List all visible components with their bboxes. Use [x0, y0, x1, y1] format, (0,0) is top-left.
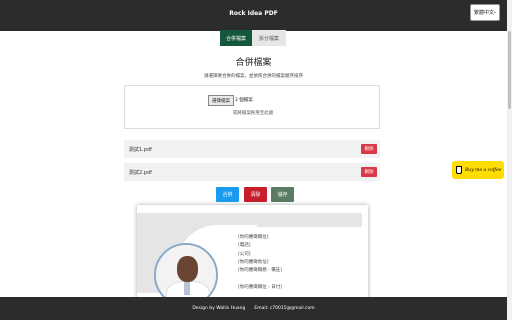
app-title: Rock Idea PDF	[229, 10, 278, 17]
file-name: 測試2.pdf	[129, 170, 152, 176]
chevron-down-icon: ⌄	[492, 9, 497, 15]
scrollbar[interactable]	[507, 0, 512, 320]
preview-line: [你的應徵職位]	[238, 235, 269, 240]
preview-text: [你的應徵職位] [電話] [公司] [你的應徵地址] [你的應徵職務 - 備註…	[238, 234, 282, 292]
file-count-label: 2 個檔案	[235, 98, 253, 103]
buy-me-a-coffee-button[interactable]: Buy me a coffee	[452, 161, 504, 179]
delete-button[interactable]: 刪除	[361, 167, 377, 177]
preview-line: [公司]	[238, 251, 251, 257]
page-title: 合併檔案	[235, 58, 272, 68]
delete-button[interactable]: 刪除	[361, 144, 377, 154]
tab-merge[interactable]: 合併檔案	[220, 30, 252, 46]
footer-email: Email: c70015@gmail.com	[254, 306, 315, 311]
scrollbar-thumb[interactable]	[508, 31, 511, 109]
profile-photo	[154, 243, 218, 300]
coffee-cup-icon	[456, 166, 462, 174]
preview-line	[238, 275, 282, 283]
top-bar: Rock Idea PDF 繁體中文 ⌄	[0, 0, 507, 31]
choose-files-button[interactable]: 選擇檔案	[208, 95, 234, 106]
language-select-value: 繁體中文	[474, 10, 495, 16]
preview-line: [你的應徵職務 - 備註]	[238, 268, 282, 274]
preview-line: [你的應徵職位 - 日付]	[238, 284, 282, 290]
footer-credit: Design by Wallis Huang	[192, 306, 246, 311]
tab-split[interactable]: 拆分檔案	[252, 30, 286, 46]
clear-button[interactable]: 清除	[244, 187, 267, 202]
merge-button[interactable]: 合併	[216, 187, 239, 202]
preview-line: [電話]	[238, 243, 251, 249]
file-name: 測試1.pdf	[129, 147, 152, 153]
file-row[interactable]: 測試1.pdf 刪除	[124, 140, 380, 158]
file-row[interactable]: 測試2.pdf 刪除	[124, 163, 380, 181]
footer: Design by Wallis Huang Email: c70015@gma…	[0, 297, 507, 320]
preview-line: [你的應徵地址]	[238, 259, 269, 265]
pdf-preview: [你的應徵職位] [電話] [公司] [你的應徵地址] [你的應徵職務 - 備註…	[137, 205, 368, 300]
drop-hint: 或將檔案拖曳至此處	[232, 111, 274, 116]
mode-tabs: 合併檔案 拆分檔案	[220, 30, 286, 46]
file-drop-zone[interactable]: 選擇檔案 2 個檔案 或將檔案拖曳至此處	[124, 85, 380, 129]
instruction-text: 請選擇要合併的檔案，並依照合併的檔案順序排序	[204, 74, 303, 79]
coffee-label: Buy me a coffee	[465, 167, 502, 173]
save-button[interactable]: 儲存	[271, 187, 294, 202]
language-select[interactable]: 繁體中文 ⌄	[470, 4, 500, 21]
